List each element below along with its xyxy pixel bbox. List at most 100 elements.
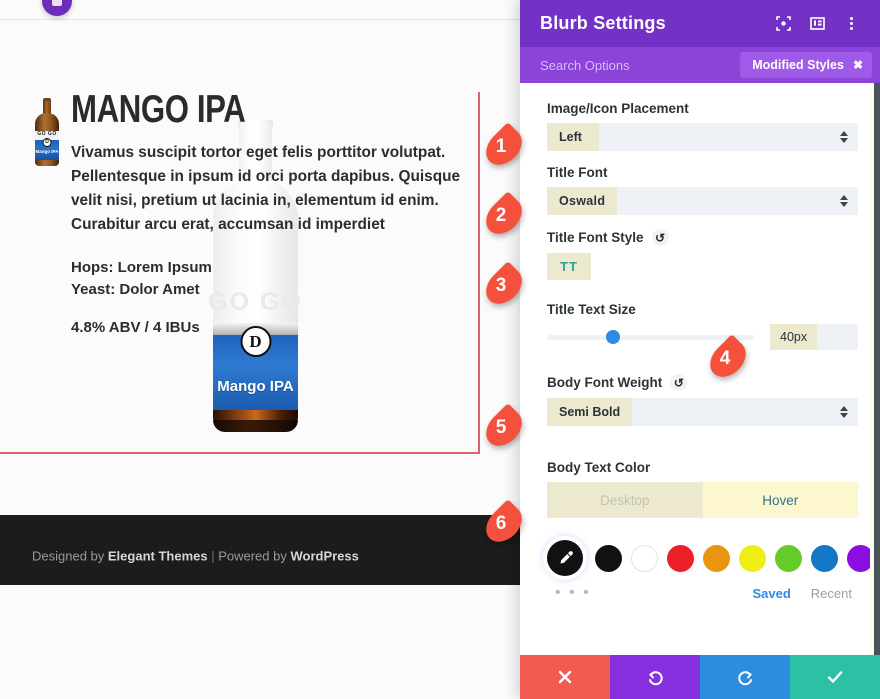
field-body-text-color: Body Text Color Desktop Hover <box>547 460 858 518</box>
footer-brand-link[interactable]: Elegant Themes <box>108 549 208 564</box>
footer-designed-by: Designed by <box>32 548 108 564</box>
small-bottle-brand: GO GO <box>37 131 57 137</box>
site-footer: Designed by Elegant Themes | Powered by … <box>0 515 520 585</box>
redo-icon <box>737 670 752 685</box>
panel-scrollbar-track[interactable] <box>870 83 880 655</box>
vertical-dots-icon[interactable] <box>838 11 864 37</box>
reset-icon[interactable]: ↺ <box>651 229 669 246</box>
callout-marker-1: 1 <box>478 122 530 172</box>
footer-powered-by: Powered by <box>218 548 291 564</box>
swatch-white[interactable] <box>631 544 658 572</box>
device-state-tabs: Desktop Hover <box>547 482 858 518</box>
color-tabs: Saved Recent <box>752 586 858 601</box>
color-swatch-row <box>547 540 874 576</box>
select-value-title-font: Oswald <box>547 187 618 215</box>
callout-marker-2: 2 <box>478 191 530 241</box>
reset-icon[interactable]: ↺ <box>670 374 688 391</box>
redo-button[interactable] <box>700 655 790 699</box>
panel-body[interactable]: Image/Icon Placement Left Title Font Osw… <box>520 83 880 655</box>
title-text-size-input[interactable]: 40px <box>770 324 858 350</box>
uppercase-button[interactable]: TT <box>547 253 591 280</box>
swatch-blue[interactable] <box>811 544 838 572</box>
chevron-updown-icon <box>840 195 848 207</box>
callout-number: 3 <box>495 275 507 296</box>
search-input[interactable]: Search Options <box>540 58 740 73</box>
label-image-icon-placement: Image/Icon Placement <box>547 101 689 116</box>
label-title-text-size: Title Text Size <box>547 302 636 317</box>
chevron-updown-icon <box>840 406 848 418</box>
blurb-specs: Hops: Lorem Ipsum Yeast: Dolor Amet <box>71 257 473 301</box>
field-title-font: Title Font Oswald <box>547 165 858 215</box>
bottle-name-text: Mango IPA <box>217 378 294 395</box>
more-colors-icon[interactable]: • • • <box>555 584 591 602</box>
field-title-font-style: Title Font Style ↺ TT <box>547 229 858 280</box>
swatch-black[interactable] <box>595 544 622 572</box>
footer-wordpress-link[interactable]: WordPress <box>290 549 358 564</box>
select-body-font-weight[interactable]: Semi Bold <box>547 398 858 426</box>
callout-marker-6: 6 <box>478 499 530 549</box>
tab-recent-colors[interactable]: Recent <box>811 586 852 601</box>
checkmark-icon <box>827 671 843 683</box>
save-button[interactable] <box>790 655 880 699</box>
swatch-green[interactable] <box>775 544 802 572</box>
blurb-abv: 4.8% ABV / 4 IBUs <box>71 319 200 336</box>
label-title-font-style-text: Title Font Style <box>547 230 644 245</box>
label-body-text-color: Body Text Color <box>547 460 651 475</box>
select-value-body-font-weight: Semi Bold <box>547 398 633 426</box>
close-icon[interactable]: ✖ <box>853 58 863 72</box>
swatch-yellow[interactable] <box>739 544 766 572</box>
blurb-yeast: Yeast: Dolor Amet <box>71 281 200 298</box>
tab-hover[interactable]: Hover <box>702 482 858 518</box>
callout-number: 4 <box>719 348 731 369</box>
eyedropper-icon <box>560 550 573 563</box>
blurb-image-bottle-icon: GO GO D Mango IPA <box>32 98 62 166</box>
label-title-font-style: Title Font Style ↺ <box>547 229 858 246</box>
label-body-font-weight-text: Body Font Weight <box>547 375 663 390</box>
field-image-icon-placement: Image/Icon Placement Left <box>547 101 858 151</box>
footer-separator: | <box>207 548 219 564</box>
panel-title: Blurb Settings <box>540 13 666 33</box>
title-text-size-value: 40px <box>770 324 818 350</box>
field-body-font-weight: Body Font Weight ↺ Semi Bold <box>547 374 858 426</box>
font-style-button-group: TT <box>547 253 858 280</box>
color-meta-row: • • • Saved Recent <box>547 584 858 602</box>
undo-icon <box>648 670 663 685</box>
blurb-module: MANGO IPA Vivamus suscipit tortor eget f… <box>71 88 473 336</box>
callout-number: 5 <box>495 417 507 438</box>
cancel-button[interactable] <box>520 655 610 699</box>
select-image-icon-placement[interactable]: Left <box>547 123 858 151</box>
small-bottle-monogram: D <box>42 138 52 147</box>
panel-search-bar: Search Options Modified Styles ✖ <box>520 47 880 83</box>
page-preview: GO GO D Mango IPA GO GO D Mango IPA MANG… <box>0 0 520 699</box>
swatch-red[interactable] <box>667 544 694 572</box>
swatch-orange[interactable] <box>703 544 730 572</box>
select-title-font[interactable]: Oswald <box>547 187 858 215</box>
chevron-updown-icon <box>840 131 848 143</box>
modified-styles-label: Modified Styles <box>752 58 844 72</box>
blurb-description: Vivamus suscipit tortor eget felis portt… <box>71 144 461 233</box>
tab-saved-colors[interactable]: Saved <box>752 586 790 601</box>
focus-frame-icon[interactable] <box>770 11 796 37</box>
layout-columns-icon[interactable] <box>804 11 830 37</box>
tab-desktop[interactable]: Desktop <box>547 482 703 518</box>
modified-styles-badge[interactable]: Modified Styles ✖ <box>740 52 872 78</box>
slider-handle[interactable] <box>606 330 621 344</box>
blurb-hops: Hops: Lorem Ipsum <box>71 259 212 276</box>
divi-builder-bubble-icon[interactable] <box>42 0 72 16</box>
footer-credit: Designed by Elegant Themes | Powered by … <box>32 549 359 564</box>
undo-button[interactable] <box>610 655 700 699</box>
callout-marker-3: 3 <box>478 261 530 311</box>
callout-marker-5: 5 <box>478 403 530 453</box>
panel-scrollbar-thumb[interactable] <box>874 83 880 655</box>
screen-root: GO GO D Mango IPA GO GO D Mango IPA MANG… <box>0 0 880 699</box>
label-title-font: Title Font <box>547 165 608 180</box>
small-bottle-name: Mango IPA <box>35 149 59 154</box>
callout-number: 1 <box>495 136 507 157</box>
title-text-size-slider[interactable] <box>547 330 754 344</box>
top-divider <box>0 19 520 20</box>
eyedropper-swatch-button[interactable] <box>547 540 583 576</box>
blurb-settings-panel: Blurb Settings Search Options Modified S… <box>520 0 880 699</box>
callout-number: 6 <box>495 513 507 534</box>
panel-header: Blurb Settings <box>520 0 880 47</box>
select-value-placement: Left <box>547 123 599 151</box>
